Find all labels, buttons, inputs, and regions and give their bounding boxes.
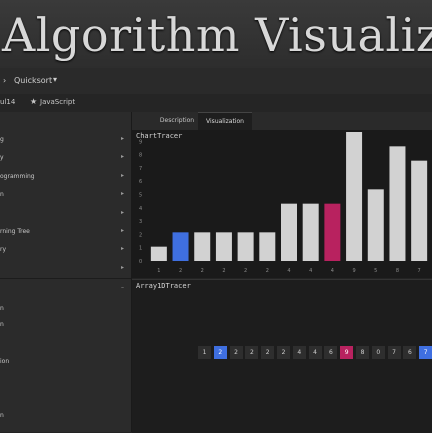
chart-bar (150, 246, 167, 261)
array-cell: 0 (371, 346, 385, 359)
array-tracer-panel: Array1DTracer 122222446980767 (132, 279, 432, 433)
tab-visualization[interactable]: Visualization (198, 112, 252, 131)
star-icon[interactable]: ★ (30, 97, 37, 106)
expand-icon: ▸ (120, 172, 124, 179)
y-tick-label: 5 (139, 193, 142, 199)
sidebar-item-label: rning Tree (0, 228, 30, 235)
sidebar-item-4[interactable]: ▸ (0, 204, 131, 222)
array-cell: 1 (198, 346, 211, 359)
x-tick-label: 2 (266, 268, 269, 274)
x-tick-label: 2 (244, 268, 247, 274)
expand-icon: ▸ (120, 190, 124, 197)
array-cell: 9 (340, 346, 354, 359)
chart-bar (389, 146, 406, 261)
chart-bar (172, 232, 189, 261)
collapse-icon: – (121, 284, 124, 291)
x-tick-label: 4 (309, 268, 312, 274)
x-tick-label: 2 (201, 268, 204, 274)
sidebar-item-1[interactable]: y ▸ (0, 148, 131, 166)
array-cell: 2 (229, 346, 243, 359)
array-cell: 7 (419, 346, 432, 359)
sidebar-entry[interactable]: n (0, 305, 4, 312)
sidebar-item-2[interactable]: ogramming ▸ (0, 167, 131, 185)
x-tick-label: 2 (179, 268, 182, 274)
expand-icon: ▸ (120, 153, 124, 160)
x-tick-label: 1 (157, 268, 160, 274)
chart-bar (302, 203, 319, 261)
chart-bar (367, 189, 384, 261)
chart-bar (237, 232, 254, 261)
array-cell: 8 (356, 346, 369, 359)
y-tick-label: 2 (139, 232, 142, 238)
chart-bar (346, 132, 363, 261)
sidebar-item-7[interactable]: ▸ (0, 259, 131, 277)
x-tick-label: 4 (331, 268, 334, 274)
y-tick-label: 9 (139, 139, 142, 145)
sidebar-item-label: ry (0, 246, 7, 253)
page-title: Algorithm Visualiz (2, 8, 432, 62)
x-tick-label: 7 (418, 268, 421, 274)
chart-bar (411, 160, 428, 261)
bar-chart: 0 1 2 3 4 5 6 7 8 9 1 2 2 2 2 2 4 4 4 9 5 8 7 (139, 132, 428, 274)
chart-bar (215, 232, 232, 261)
app-banner: Algorithm Visualiz (0, 0, 432, 68)
sidebar-item-0[interactable]: g ▸ (0, 130, 131, 148)
expand-icon: ▸ (120, 209, 124, 216)
sidebar-item-label: n (0, 191, 4, 198)
y-tick-label: 6 (139, 179, 142, 185)
x-tick-label: 4 (287, 268, 290, 274)
breadcrumb[interactable]: Quicksort (14, 76, 52, 85)
sidebar-section-collapsed[interactable]: – (0, 279, 131, 297)
language-label[interactable]: JavaScript (40, 98, 75, 106)
sidebar-entry[interactable]: n (0, 412, 4, 419)
y-tick-label: 1 (139, 246, 142, 252)
x-tick-label: 2 (222, 268, 225, 274)
array-cell: 6 (324, 346, 338, 359)
array-cell: 4 (292, 346, 306, 359)
chevron-down-icon[interactable]: ▾ (53, 75, 57, 84)
x-tick-label: 9 (352, 268, 355, 274)
sidebar: g ▸ y ▸ ogramming ▸ n ▸ ▸ rning Tree ▸ r… (0, 112, 132, 432)
array-cell: 4 (308, 346, 322, 359)
chart-bar (281, 203, 297, 261)
sidebar-entry[interactable]: ion (0, 358, 9, 365)
x-tick-label: 5 (374, 268, 377, 274)
tab-bar: Description Visualization (132, 112, 432, 131)
expand-icon: ▸ (120, 135, 124, 142)
expand-icon: ▸ (120, 245, 124, 252)
y-tick-label: 7 (139, 166, 142, 172)
y-tick-label: 0 (139, 259, 142, 265)
chart-bar (324, 203, 341, 261)
sidebar-item-6[interactable]: ry ▸ (0, 240, 131, 258)
chart-bar (259, 232, 276, 261)
chevron-right-icon[interactable]: › (3, 76, 6, 85)
expand-icon: ▸ (120, 227, 124, 234)
array-cell: 2 (261, 346, 275, 359)
sidebar-entry[interactable]: n (0, 321, 4, 328)
top-nav: › Quicksort ▾ (0, 68, 432, 94)
toolbar-label: ul14 (0, 98, 16, 106)
array-cell: 2 (277, 346, 290, 359)
sidebar-item-3[interactable]: n ▸ (0, 185, 131, 203)
y-tick-label: 4 (139, 206, 142, 212)
expand-icon: ▸ (120, 264, 124, 271)
chart-tracer-panel: ChartTracer 01234567891222224449587 (132, 130, 432, 278)
y-tick-label: 8 (139, 153, 142, 159)
sidebar-item-5[interactable]: rning Tree ▸ (0, 222, 131, 240)
sidebar-item-label: g (0, 136, 4, 143)
array-tracer-title: Array1DTracer (136, 282, 191, 290)
y-tick-label: 3 (139, 219, 142, 225)
array-cell: 2 (245, 346, 259, 359)
sidebar-item-label: y (0, 154, 4, 161)
x-tick-label: 8 (396, 268, 399, 274)
array-cell: 6 (403, 346, 417, 359)
array-cell: 2 (213, 346, 227, 359)
sidebar-item-label: ogramming (0, 173, 35, 180)
chart-bar (194, 232, 211, 261)
toolbar: ul14 ★ JavaScript (0, 94, 432, 113)
array-cell: 7 (387, 346, 401, 359)
